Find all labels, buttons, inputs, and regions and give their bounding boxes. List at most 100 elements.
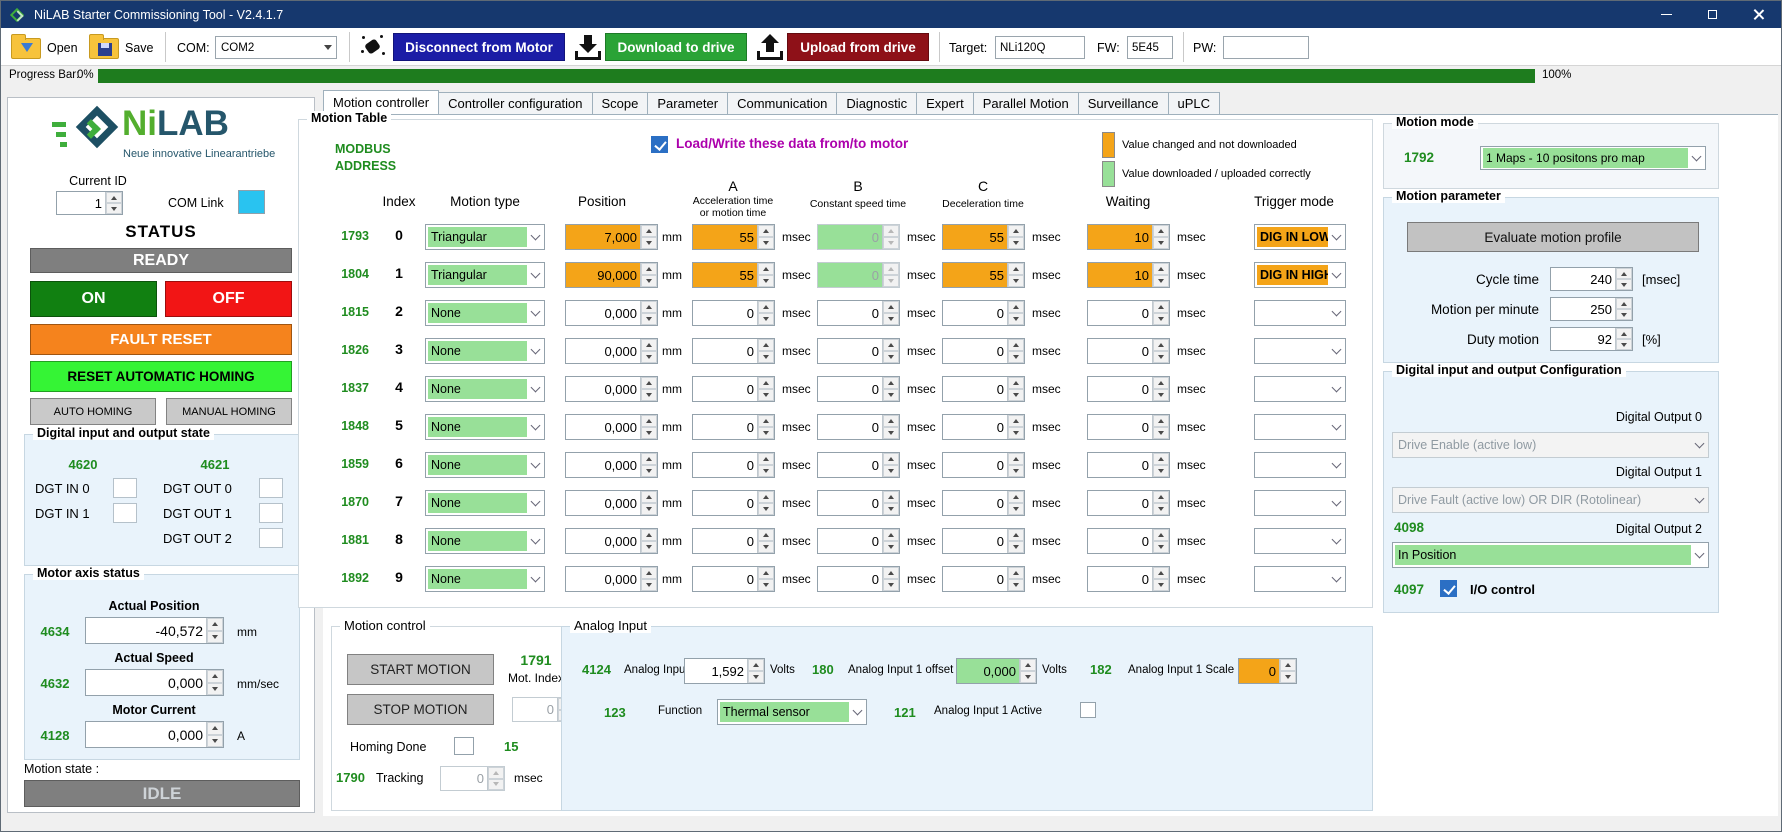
motion-mode-select[interactable]: 1 Maps - 10 positons pro map: [1480, 146, 1706, 170]
tab-communication[interactable]: Communication: [728, 92, 838, 115]
spin-buttons[interactable]: [1615, 298, 1632, 320]
evaluate-motion-profile-button[interactable]: Evaluate motion profile: [1407, 222, 1699, 252]
spin-buttons[interactable]: [1152, 225, 1169, 249]
position-spinner[interactable]: 7,000: [565, 224, 658, 250]
spin-buttons[interactable]: [757, 491, 774, 515]
spin-buttons[interactable]: [757, 453, 774, 477]
position-spinner[interactable]: 0,000: [565, 414, 658, 440]
io-control-checkbox[interactable]: [1440, 580, 1457, 597]
motion-type-select[interactable]: Triangular: [425, 262, 545, 288]
motion-type-select[interactable]: None: [425, 338, 545, 364]
cycle-time-field[interactable]: 240: [1550, 267, 1633, 291]
auto-homing-button[interactable]: AUTO HOMING: [30, 398, 156, 425]
spin-buttons[interactable]: [757, 567, 774, 591]
trigger-mode-select[interactable]: [1254, 300, 1346, 326]
constant-speed-spinner[interactable]: 0: [817, 414, 900, 440]
on-button[interactable]: ON: [30, 281, 157, 317]
waiting-spinner[interactable]: 10: [1087, 224, 1170, 250]
spin-buttons[interactable]: [757, 377, 774, 401]
save-button[interactable]: Save: [125, 41, 154, 55]
spin-buttons[interactable]: [640, 491, 657, 515]
waiting-spinner[interactable]: 0: [1087, 528, 1170, 554]
spin-buttons[interactable]: [105, 192, 122, 214]
spin-buttons[interactable]: [1007, 377, 1024, 401]
open-button[interactable]: Open: [47, 41, 78, 55]
acceleration-spinner[interactable]: 0: [692, 490, 775, 516]
spin-buttons[interactable]: [1152, 339, 1169, 363]
stop-motion-button[interactable]: STOP MOTION: [347, 694, 494, 725]
acceleration-spinner[interactable]: 55: [692, 224, 775, 250]
reset-automatic-homing-button[interactable]: RESET AUTOMATIC HOMING: [30, 361, 292, 392]
spin-buttons[interactable]: [757, 225, 774, 249]
spin-buttons[interactable]: [1152, 567, 1169, 591]
fault-reset-button[interactable]: FAULT RESET: [30, 324, 292, 355]
trigger-mode-select[interactable]: [1254, 338, 1346, 364]
spin-buttons[interactable]: [882, 415, 899, 439]
pw-input[interactable]: [1223, 36, 1309, 59]
spin-buttons[interactable]: [1007, 491, 1024, 515]
constant-speed-spinner[interactable]: 0: [817, 490, 900, 516]
spin-buttons[interactable]: [1007, 225, 1024, 249]
trigger-mode-select[interactable]: [1254, 414, 1346, 440]
spin-buttons[interactable]: [1152, 301, 1169, 325]
position-spinner[interactable]: 0,000: [565, 528, 658, 554]
acceleration-spinner[interactable]: 0: [692, 566, 775, 592]
deceleration-spinner[interactable]: 0: [942, 528, 1025, 554]
spin-buttons[interactable]: [882, 567, 899, 591]
motion-type-select[interactable]: None: [425, 566, 545, 592]
load-write-checkbox[interactable]: [651, 136, 668, 153]
disconnect-button[interactable]: Disconnect from Motor: [393, 33, 565, 61]
waiting-spinner[interactable]: 0: [1087, 300, 1170, 326]
spin-buttons[interactable]: [882, 529, 899, 553]
spin-buttons[interactable]: [757, 529, 774, 553]
tab-surveillance[interactable]: Surveillance: [1078, 92, 1169, 115]
spin-buttons[interactable]: [1152, 491, 1169, 515]
maximize-button[interactable]: [1689, 1, 1735, 28]
spin-buttons[interactable]: [1007, 567, 1024, 591]
position-spinner[interactable]: 0,000: [565, 566, 658, 592]
upload-button[interactable]: Upload from drive: [787, 33, 929, 61]
spin-buttons[interactable]: [640, 415, 657, 439]
spin-buttons[interactable]: [1007, 263, 1024, 287]
spin-buttons[interactable]: [1152, 415, 1169, 439]
acceleration-spinner[interactable]: 0: [692, 300, 775, 326]
deceleration-spinner[interactable]: 0: [942, 490, 1025, 516]
duty-motion-field[interactable]: 92: [1550, 327, 1633, 351]
spin-buttons[interactable]: [640, 339, 657, 363]
deceleration-spinner[interactable]: 0: [942, 300, 1025, 326]
spin-buttons[interactable]: [757, 415, 774, 439]
constant-speed-spinner[interactable]: 0: [817, 300, 900, 326]
tab-uplc[interactable]: uPLC: [1168, 92, 1221, 115]
position-spinner[interactable]: 0,000: [565, 300, 658, 326]
waiting-spinner[interactable]: 0: [1087, 490, 1170, 516]
motion-type-select[interactable]: None: [425, 414, 545, 440]
position-spinner[interactable]: 90,000: [565, 262, 658, 288]
spin-buttons[interactable]: [882, 339, 899, 363]
spin-buttons[interactable]: [1007, 415, 1024, 439]
spin-buttons[interactable]: [882, 377, 899, 401]
analog-scale-field[interactable]: 0: [1238, 658, 1297, 684]
waiting-spinner[interactable]: 0: [1087, 566, 1170, 592]
fw-input[interactable]: 5E45: [1127, 36, 1173, 59]
analog-active-checkbox[interactable]: [1080, 702, 1096, 718]
spin-buttons[interactable]: [757, 301, 774, 325]
spin-buttons[interactable]: [1615, 328, 1632, 350]
waiting-spinner[interactable]: 10: [1087, 262, 1170, 288]
trigger-mode-select[interactable]: [1254, 528, 1346, 554]
deceleration-spinner[interactable]: 0: [942, 338, 1025, 364]
com-port-select[interactable]: COM2: [215, 36, 337, 59]
start-motion-button[interactable]: START MOTION: [347, 654, 494, 685]
waiting-spinner[interactable]: 0: [1087, 376, 1170, 402]
waiting-spinner[interactable]: 0: [1087, 414, 1170, 440]
position-spinner[interactable]: 0,000: [565, 490, 658, 516]
motion-type-select[interactable]: None: [425, 452, 545, 478]
target-input[interactable]: NLi120Q: [995, 36, 1085, 59]
acceleration-spinner[interactable]: 0: [692, 376, 775, 402]
spin-buttons[interactable]: [640, 225, 657, 249]
trigger-mode-select[interactable]: [1254, 376, 1346, 402]
spin-buttons[interactable]: [1279, 659, 1296, 683]
constant-speed-spinner[interactable]: 0: [817, 452, 900, 478]
manual-homing-button[interactable]: MANUAL HOMING: [166, 398, 292, 425]
spin-buttons[interactable]: [757, 263, 774, 287]
spin-buttons[interactable]: [747, 659, 764, 683]
